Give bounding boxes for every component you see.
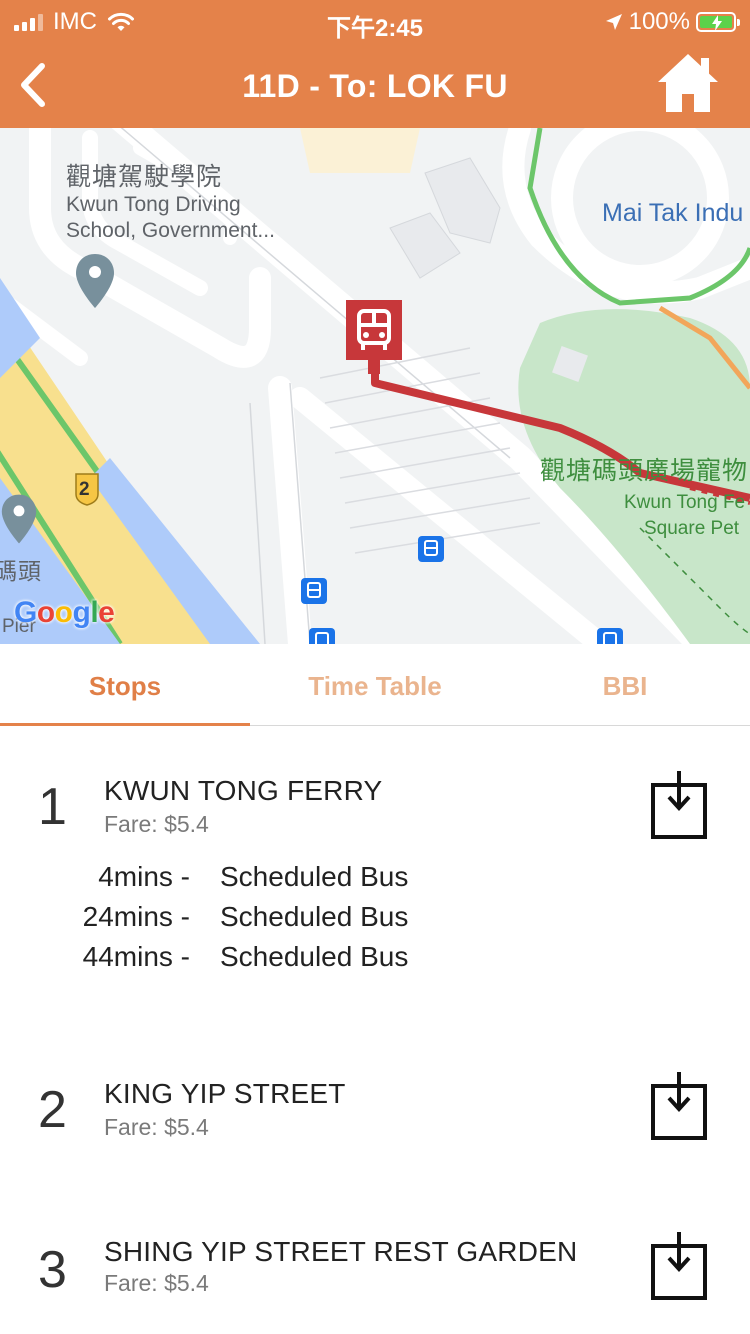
battery-percent: 100% [628, 8, 690, 35]
page-title: 11D - To: LOK FU [242, 68, 508, 104]
route-shield-number: 2 [79, 479, 90, 500]
tab-bbi[interactable]: BBI [500, 644, 750, 725]
eta-minutes: 44mins - [82, 941, 190, 972]
home-button[interactable] [656, 52, 720, 114]
tab-time-table[interactable]: Time Table [250, 644, 500, 725]
tab-bar: Stops Time Table BBI [0, 644, 750, 726]
stop-fare: Fare: $5.4 [104, 811, 209, 837]
eta-description: Scheduled Bus [220, 941, 409, 972]
map-label-plaza-en: Kwun Tong Fe [624, 492, 746, 513]
map-label-driving-school-en2: School, Government... [66, 219, 275, 242]
map-label-plaza-en2: Square Pet [644, 518, 740, 539]
bus-stop-marker-icon[interactable] [346, 300, 404, 388]
navigation-bar: 11D - To: LOK FU [0, 48, 750, 122]
eta-description: Scheduled Bus [220, 901, 409, 932]
status-right: 100% [605, 8, 740, 36]
google-logo: Google [14, 596, 115, 629]
bus-stop-icon[interactable] [309, 628, 335, 644]
eta-description: Scheduled Bus [220, 861, 409, 892]
stop-fare: Fare: $5.4 [104, 1270, 209, 1296]
place-pin-icon[interactable] [0, 490, 38, 548]
map-label-driving-school-en: Kwun Tong Driving [66, 193, 241, 216]
stop-name: KING YIP STREET [104, 1078, 346, 1109]
place-pin-icon[interactable] [74, 252, 116, 310]
stop-number: 1 [38, 778, 67, 836]
stop-fare: Fare: $5.4 [104, 1114, 209, 1140]
stop-name: SHING YIP STREET REST GARDEN [104, 1236, 578, 1267]
eta-minutes: 4mins - [98, 861, 190, 892]
bus-stop-icon[interactable] [597, 628, 623, 644]
map-label-mai-tak: Mai Tak Indu [602, 199, 744, 227]
app-header: IMC 下午2:45 100% 11D - To: LOK FU [0, 0, 750, 128]
map-label-driving-school-cn: 觀塘駕駛學院 [66, 163, 223, 191]
stop-name: KWUN TONG FERRY [104, 775, 383, 806]
stop-item[interactable]: 2 KING YIP STREET Fare: $5.4 [0, 1030, 750, 1180]
stop-number: 3 [38, 1241, 67, 1299]
home-icon [658, 54, 718, 112]
stop-item[interactable]: 1 KWUN TONG FERRY Fare: $5.4 4mins - Sch… [0, 727, 750, 1027]
save-stop-icon[interactable] [650, 769, 710, 841]
stop-item[interactable]: 3 SHING YIP STREET REST GARDEN Fare: $5.… [0, 1190, 750, 1334]
route-map[interactable]: 2 觀塘駕駛學院 Kwun Tong Driving School, Gover… [0, 128, 750, 644]
bus-stop-icon[interactable] [301, 578, 327, 604]
save-stop-icon[interactable] [650, 1070, 710, 1142]
status-bar: IMC 下午2:45 100% [0, 0, 750, 42]
bus-stop-icon[interactable] [418, 536, 444, 562]
map-label-plaza-cn: 觀塘碼頭廣場寵物 [540, 457, 749, 485]
map-label-pier-cn: 碼頭 [0, 558, 42, 584]
stop-number: 2 [38, 1081, 67, 1139]
eta-minutes: 24mins - [82, 901, 190, 932]
location-arrow-icon [605, 14, 622, 30]
save-stop-icon[interactable] [650, 1230, 710, 1302]
battery-icon [696, 12, 740, 32]
tab-stops[interactable]: Stops [0, 644, 250, 726]
